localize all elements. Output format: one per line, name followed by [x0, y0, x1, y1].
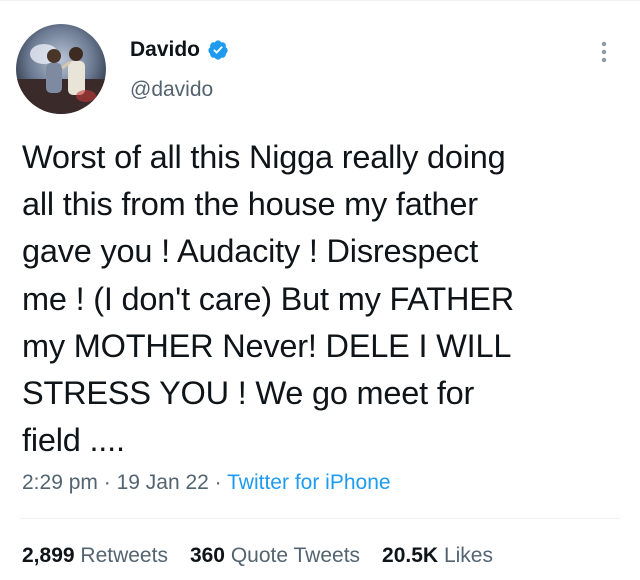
top-divider [0, 0, 640, 1]
display-name[interactable]: Davido [130, 37, 200, 63]
quote-tweets-count: 360 [189, 544, 225, 567]
meta-separator: · [214, 471, 222, 494]
avatar[interactable] [16, 24, 106, 114]
retweets-stat[interactable]: 2,899 Retweets [22, 543, 168, 569]
verified-badge-icon [207, 39, 229, 61]
user-avatar-photo-icon [16, 24, 106, 114]
tweet-time[interactable]: 2:29 pm [22, 471, 98, 494]
tweet-text: Worst of all this Nigga really doing all… [22, 139, 515, 459]
tweet-date[interactable]: 19 Jan 22 [117, 471, 209, 494]
meta-separator: · [103, 471, 111, 494]
quote-tweets-stat[interactable]: 360 Quote Tweets [190, 543, 360, 569]
tweet-meta: 2:29 pm · 19 Jan 22 · Twitter for iPhone [22, 470, 391, 496]
retweets-count: 2,899 [22, 544, 75, 567]
likes-label: Likes [443, 544, 493, 567]
quote-tweets-label: Quote Tweets [230, 544, 361, 567]
likes-count: 20.5K [382, 544, 439, 567]
stats-divider [20, 518, 620, 519]
likes-stat[interactable]: 20.5K Likes [382, 543, 493, 569]
author-name-row: Davido [130, 37, 229, 63]
engagement-stats: 2,899 Retweets 360 Quote Tweets 20.5K Li… [22, 543, 515, 569]
more-vertical-icon[interactable] [594, 38, 614, 66]
author-handle[interactable]: @davido [130, 77, 213, 103]
tweet-source-link[interactable]: Twitter for iPhone [227, 471, 390, 494]
tweet-card: Davido @davido Worst of all this Nigga r… [0, 0, 640, 580]
retweets-label: Retweets [80, 544, 168, 567]
